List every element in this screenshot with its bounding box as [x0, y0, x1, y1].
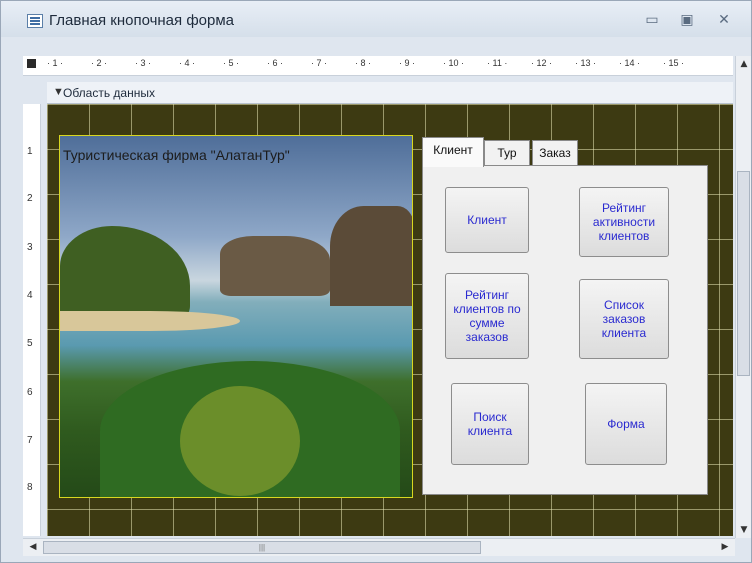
minimize-icon[interactable]: ▭	[641, 11, 663, 29]
scroll-down-icon[interactable]: ▼	[736, 522, 752, 538]
ruler-tick: 3	[27, 242, 33, 253]
form-selector[interactable]	[27, 59, 36, 68]
image-beach	[60, 311, 240, 331]
horizontal-scroll-thumb[interactable]: |||	[43, 541, 481, 554]
ruler-tick: · 9 ·	[399, 58, 416, 68]
orders-sum-rating-button[interactable]: Рейтинг клиентов по сумме заказов	[445, 273, 529, 359]
find-client-button[interactable]: Поиск клиента	[451, 383, 529, 465]
image-caption[interactable]: Туристическая фирма "АлатанТур"	[63, 147, 290, 163]
form-button[interactable]: Форма	[585, 383, 667, 465]
ruler-tick: 1	[27, 146, 33, 157]
ruler-tick: · 5 ·	[223, 58, 240, 68]
vertical-scroll-thumb[interactable]	[737, 171, 750, 376]
scroll-up-icon[interactable]: ▲	[736, 56, 752, 72]
ruler-tick: · 2 ·	[91, 58, 108, 68]
client-orders-list-button[interactable]: Список заказов клиента	[579, 279, 669, 359]
image-rock	[330, 206, 412, 306]
tab-order[interactable]: Заказ	[532, 140, 578, 166]
ruler-tick: 8	[27, 482, 33, 493]
tab-client[interactable]: Клиент	[422, 137, 484, 167]
image-trees	[180, 386, 300, 496]
form-icon	[27, 14, 43, 28]
scroll-left-icon[interactable]: ◀	[25, 539, 41, 555]
ruler-tick: 2	[27, 193, 33, 204]
form-designer-window: Главная кнопочная форма ▭ ▣ ✕ · 1 · · 2 …	[0, 0, 752, 563]
maximize-icon[interactable]: ▣	[676, 11, 698, 29]
ruler-tick: · 7 ·	[311, 58, 328, 68]
scroll-right-icon[interactable]: ▶	[717, 539, 733, 555]
ruler-tick: 7	[27, 435, 33, 446]
landscape-image[interactable]	[59, 135, 413, 498]
client-button[interactable]: Клиент	[445, 187, 529, 253]
ruler-tick: · 3 ·	[135, 58, 152, 68]
ruler-tick: · 4 ·	[179, 58, 196, 68]
detail-section-header[interactable]: ▼ Область данных	[47, 82, 733, 104]
ruler-tick: · 14 ·	[619, 58, 641, 68]
ruler-tick: · 13 ·	[575, 58, 597, 68]
section-label: Область данных	[63, 86, 155, 100]
ruler-tick: · 6 ·	[267, 58, 284, 68]
vertical-scrollbar[interactable]: ▲ ▼	[735, 56, 751, 538]
title-bar[interactable]: Главная кнопочная форма ▭ ▣ ✕	[1, 1, 751, 37]
horizontal-scrollbar[interactable]: ◀ ||| ▶	[23, 538, 735, 556]
ruler-tick: · 1 ·	[47, 58, 64, 68]
close-icon[interactable]: ✕	[713, 11, 735, 29]
ruler-tick: · 12 ·	[531, 58, 553, 68]
activity-rating-button[interactable]: Рейтинг активности клиентов	[579, 187, 669, 257]
tab-tour[interactable]: Тур	[484, 140, 530, 166]
ruler-tick: · 15 ·	[663, 58, 685, 68]
horizontal-ruler: · 1 · · 2 · · 3 · · 4 · · 5 · · 6 · · 7 …	[47, 58, 727, 72]
ruler-tick: · 11 ·	[487, 58, 508, 68]
window-title: Главная кнопочная форма	[49, 12, 234, 29]
ruler-tick: 4	[27, 290, 33, 301]
ruler-tick: 6	[27, 387, 33, 398]
ruler-tick: · 8 ·	[355, 58, 372, 68]
vertical-ruler: 1 2 3 4 5 6 7 8	[23, 104, 41, 536]
ruler-tick: 5	[27, 338, 33, 349]
image-rock	[220, 236, 330, 296]
ruler-tick: · 10 ·	[443, 58, 465, 68]
